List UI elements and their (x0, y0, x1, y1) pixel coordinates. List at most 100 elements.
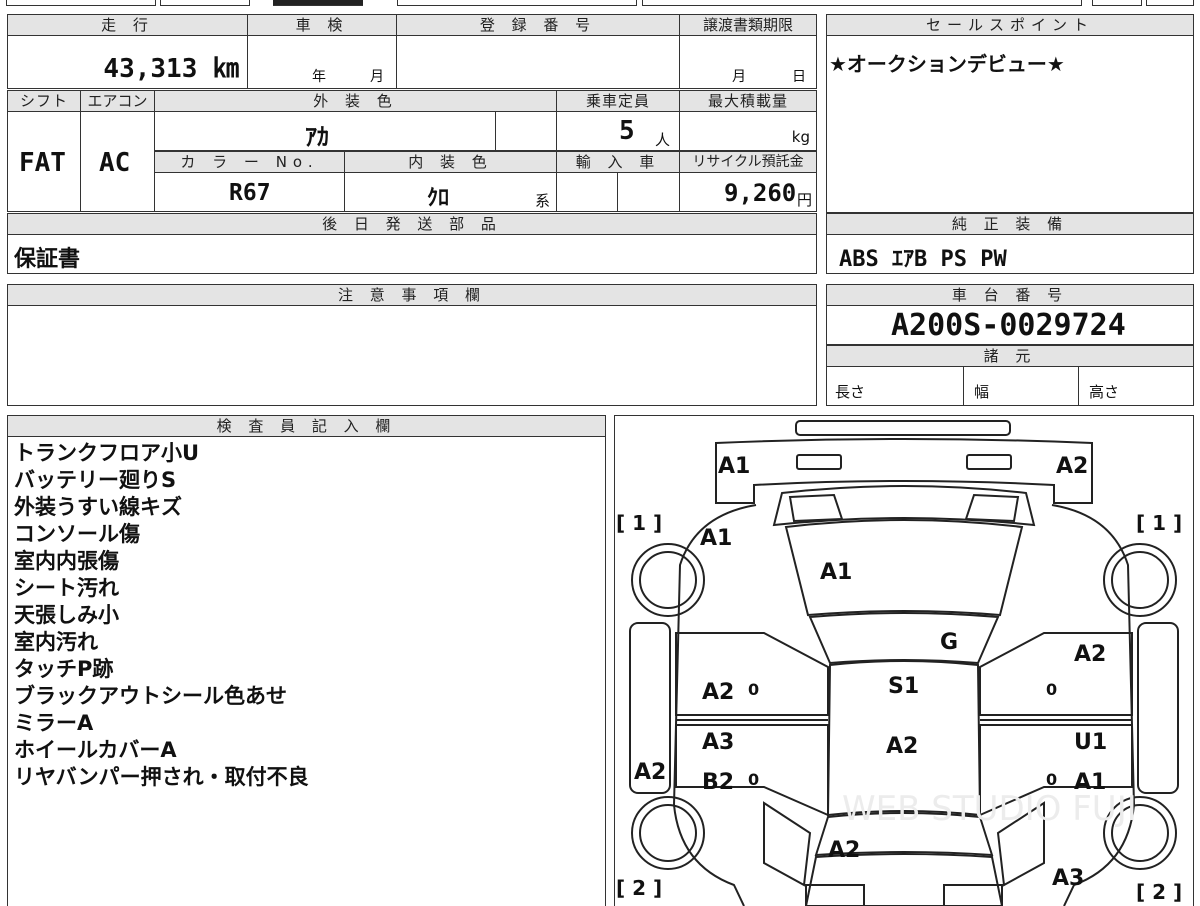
headlight-left (796, 454, 842, 470)
later-parts-text: 保証書 (14, 247, 81, 272)
recycle-cell: 9,260 円 (679, 172, 817, 212)
inspector-note-line: バッテリー廻りS (14, 468, 177, 492)
colorno-label: カ ラ ー No. (154, 151, 345, 173)
shift-cell: FAT (7, 111, 81, 212)
mark-fender-left: A1 (700, 526, 732, 551)
zero-mark-3: 0 (748, 770, 759, 789)
headlight-right (966, 454, 1012, 470)
import-label: 輸 入 車 (556, 151, 680, 173)
spec-height-label: 高さ (1089, 383, 1120, 401)
spec-height-cell: 高さ (1078, 366, 1194, 406)
aircon-label: エアコン (80, 90, 155, 112)
maxload-label: 最大積載量 (679, 90, 817, 112)
car-diagram-panel: WEB STUDIO FUJI [ 1 ] [ 1 ] [ 2 ] [ 2 ] … (614, 415, 1194, 906)
interior-label: 内 装 色 (344, 151, 557, 173)
car-diagram: WEB STUDIO FUJI [ 1 ] [ 1 ] [ 2 ] [ 2 ] … (616, 420, 1182, 906)
bracket-1-left: [ 1 ] (616, 511, 662, 535)
zero-mark-2: 0 (1046, 680, 1057, 699)
recycle-unit: 円 (796, 191, 812, 209)
quarter-left (763, 801, 812, 887)
cowl-right (964, 493, 1020, 523)
wheel-front-left-inner (639, 551, 697, 609)
colorno-value: R67 (229, 180, 271, 206)
equipment-text: ABS ｴｱB PS PW (839, 247, 1007, 272)
inspector-note-line: 室内内張傷 (14, 549, 119, 573)
mileage-cell: 43,313 ㎞ (7, 35, 248, 89)
rear-bumper-left (805, 884, 865, 906)
exterior-cell: ｱｶ (154, 111, 496, 151)
chassis-cell: A200S-0029724 (826, 305, 1194, 345)
exterior-extra-cell (495, 111, 557, 151)
inspector-note-line: ブラックアウトシール色あせ (14, 684, 287, 708)
spec-width-label: 幅 (974, 383, 990, 401)
bracket-2-left: [ 2 ] (616, 876, 662, 900)
inspector-note-line: トランクフロア小U (14, 441, 200, 465)
bracket-1-right: [ 1 ] (1136, 511, 1182, 535)
shift-label: シフト (7, 90, 81, 112)
mark-door-fl: A2 (702, 680, 734, 705)
door-front-right (979, 632, 1133, 716)
shaken-year-unit: 年 (312, 69, 326, 85)
notes-label: 注 意 事 項 欄 (7, 284, 817, 306)
inspector-note-line: 天張しみ小 (14, 603, 119, 627)
inspector-list: トランクフロア小U バッテリー廻りS 外装うすい線キズ コンソール傷 室内内張傷 シート汚… (14, 440, 309, 791)
maxload-cell: kg (679, 111, 817, 151)
mark-windshield: G (940, 630, 958, 655)
recycle-label: リサイクル預託金 (679, 151, 817, 173)
sales-point-text: ★オークションデビュー★ (829, 52, 1065, 76)
mark-door-rl-bottom: B2 (702, 770, 734, 795)
mark-door-rl-top: A3 (702, 730, 734, 755)
spec-width-cell: 幅 (963, 366, 1079, 406)
front-bumper-part (795, 420, 1011, 436)
recycle-value: 9,260 (724, 179, 797, 207)
later-parts-cell: 保証書 (7, 234, 817, 274)
spec-length-cell: 長さ (826, 366, 964, 406)
mileage-value: 43,313 ㎞ (103, 54, 239, 84)
shaken-month-unit: 月 (370, 69, 384, 85)
interior-cell: ｸﾛ 系 (344, 172, 557, 212)
wheel-rear-left-inner (639, 804, 697, 862)
mark-rear-right: A3 (1052, 866, 1084, 891)
top-strip (0, 0, 1200, 6)
body-outline-left (672, 504, 757, 906)
registration-cell (396, 35, 680, 89)
interior-suffix: 系 (535, 192, 551, 210)
registration-label: 登 録 番 号 (396, 14, 680, 36)
interior-value: ｸﾛ (427, 186, 450, 211)
import-cell-a (556, 172, 618, 212)
colorno-cell: R67 (154, 172, 345, 212)
mark-hood: A1 (820, 560, 852, 585)
notes-cell (7, 305, 817, 406)
bracket-2-right: [ 2 ] (1136, 880, 1182, 904)
capacity-value: 5 (619, 116, 635, 146)
shift-value: FAT (19, 148, 66, 178)
transfer-day-unit: 日 (792, 69, 806, 85)
inspector-note-line: シート汚れ (14, 576, 119, 600)
import-cell-b (617, 172, 680, 212)
front-glass (808, 612, 1000, 665)
inspector-note-line: 外装うすい線キズ (14, 495, 182, 519)
wheel-front-right-inner (1111, 551, 1169, 609)
rear-bumper-right (943, 884, 1003, 906)
mileage-label: 走 行 (7, 14, 248, 36)
maxload-unit: kg (791, 128, 810, 146)
chassis-label: 車 台 番 号 (826, 284, 1194, 306)
mark-door-rr-top: U1 (1074, 730, 1107, 755)
capacity-unit: 人 (655, 131, 671, 149)
sales-point-cell: ★オークションデビュー★ (826, 35, 1194, 213)
inspector-note-line: ミラーA (14, 711, 94, 735)
aircon-cell: AC (80, 111, 155, 212)
transfer-label: 譲渡書類期限 (679, 14, 817, 36)
wheel-rear-left (631, 796, 705, 870)
watermark: WEB STUDIO FUJI (842, 789, 1137, 829)
wheel-front-right (1103, 543, 1177, 617)
wheel-front-left (631, 543, 705, 617)
shaken-cell: 年 月 (247, 35, 397, 89)
specs-label: 諸 元 (826, 345, 1194, 367)
cowl-left (788, 493, 844, 523)
transfer-month-unit: 月 (732, 69, 746, 85)
sill-right (1137, 622, 1179, 794)
mark-door-fr: A2 (1074, 642, 1106, 667)
mark-center: A2 (886, 734, 918, 759)
mark-side-left: A2 (634, 760, 666, 785)
